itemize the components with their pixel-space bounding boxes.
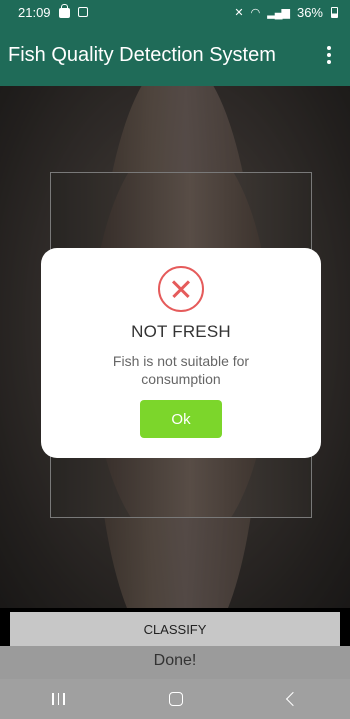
- app-title: Fish Quality Detection System: [8, 43, 276, 66]
- mute-icon: ✕: [234, 6, 243, 19]
- battery-icon: [331, 6, 338, 18]
- system-nav-bar: [0, 679, 350, 719]
- status-time: 21:09: [18, 4, 51, 20]
- wifi-icon: ◠: [250, 6, 261, 19]
- status-left: 21:09: [18, 4, 88, 20]
- notification-icon: [77, 7, 88, 17]
- dialog-title: NOT FRESH: [131, 322, 231, 341]
- classify-button[interactable]: CLASSIFY: [10, 612, 340, 646]
- shopping-bag-icon: [58, 4, 70, 18]
- error-circle-x-icon: [158, 266, 204, 312]
- dialog-message: Fish is not suitable for consumption: [112, 353, 250, 387]
- app-bar: Fish Quality Detection System: [0, 24, 350, 86]
- signal-icon: ▂▄▆: [267, 6, 290, 19]
- more-options-icon[interactable]: [320, 43, 338, 67]
- ok-button[interactable]: Ok: [140, 400, 222, 438]
- back-icon[interactable]: [285, 691, 300, 707]
- status-bar: 21:09 ✕ ◠ ▂▄▆ 36%: [0, 0, 350, 24]
- result-dialog: NOT FRESH Fish is not suitable for consu…: [41, 248, 321, 458]
- battery-percent: 36%: [296, 4, 323, 20]
- status-text: Done!: [153, 652, 197, 669]
- status-right: ✕ ◠ ▂▄▆ 36%: [234, 5, 338, 20]
- recents-icon[interactable]: [52, 693, 65, 705]
- home-icon[interactable]: [169, 692, 184, 706]
